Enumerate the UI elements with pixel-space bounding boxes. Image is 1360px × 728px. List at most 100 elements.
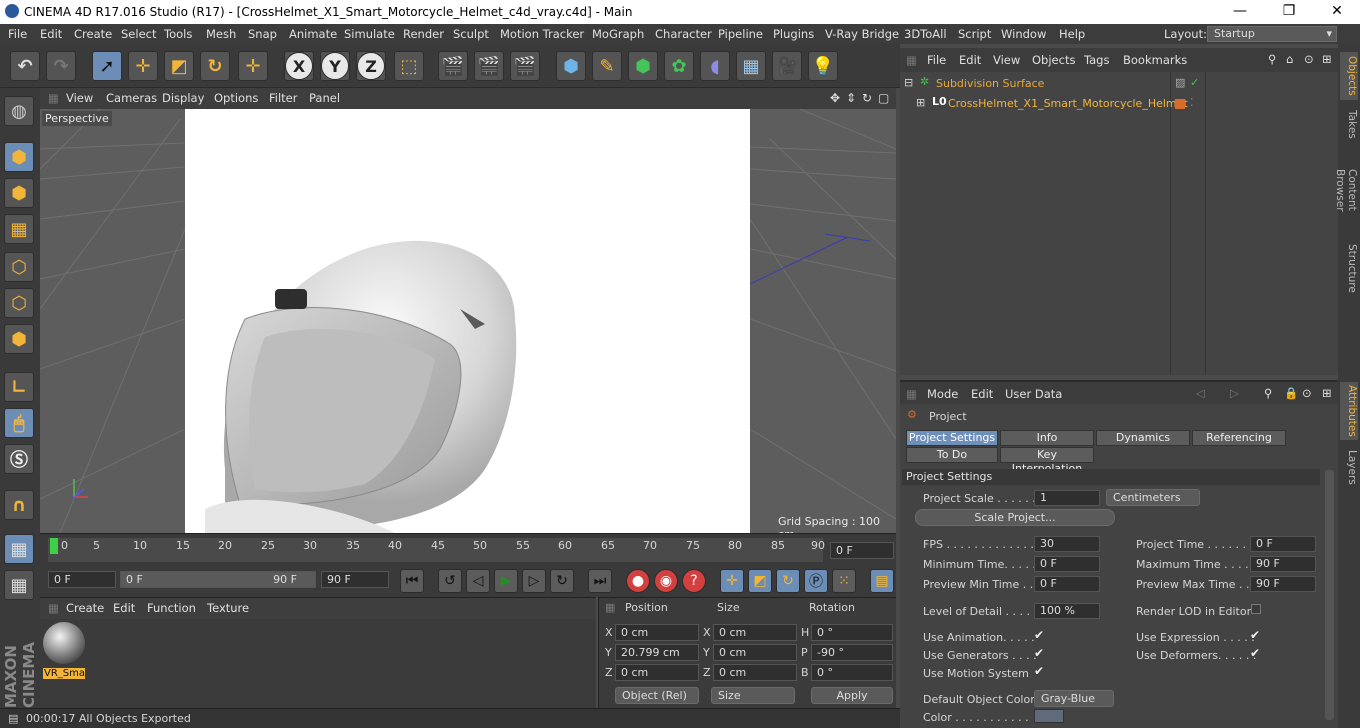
- material-menu-texture[interactable]: Texture: [207, 601, 249, 615]
- viewport-menu-cameras[interactable]: Cameras: [106, 91, 157, 105]
- timeline-button[interactable]: ▤: [870, 569, 894, 593]
- back-arrow-icon[interactable]: ◁: [1196, 386, 1205, 400]
- points-mode-button[interactable]: ⬡: [4, 252, 34, 282]
- menu-motion-tracker[interactable]: Motion Tracker: [500, 27, 584, 41]
- material-menu-edit[interactable]: Edit: [113, 601, 135, 615]
- viewport-zoom-icon[interactable]: ⇕: [846, 91, 856, 105]
- size-y-field[interactable]: 0 cm: [713, 644, 797, 661]
- search-icon[interactable]: ⚲: [1268, 52, 1276, 66]
- key-pla-button[interactable]: ⁙: [832, 569, 856, 593]
- x-axis-lock-button[interactable]: X: [284, 51, 314, 81]
- workplane-mode-button[interactable]: ▦: [4, 214, 34, 244]
- recent-tools-button[interactable]: ✛: [238, 51, 268, 81]
- preview-min-time-field[interactable]: 0 F: [1034, 576, 1100, 592]
- level-of-detail-field[interactable]: 100 %: [1034, 603, 1100, 619]
- render-settings-button[interactable]: 🎬: [510, 51, 540, 81]
- expand-icon[interactable]: ⊞: [916, 96, 925, 109]
- next-key-button[interactable]: ↻: [550, 569, 574, 593]
- menu-snap[interactable]: Snap: [248, 27, 277, 41]
- object-row[interactable]: ⊟ ✲ Subdivision Surface ▨ ✓: [900, 74, 1338, 92]
- object-name[interactable]: Subdivision Surface: [936, 77, 1044, 90]
- key-position-button[interactable]: ✛: [720, 569, 744, 593]
- menu-window[interactable]: Window: [1001, 27, 1046, 41]
- current-frame-field[interactable]: 0 F: [830, 542, 894, 559]
- viewport[interactable]: Perspective Grid Spacing : 100 cm: [40, 109, 896, 533]
- position-y-field[interactable]: 20.799 cm: [615, 644, 699, 661]
- tab-referencing[interactable]: Referencing: [1192, 430, 1286, 446]
- scale-project-button[interactable]: Scale Project...: [915, 509, 1115, 526]
- axis-mode-button[interactable]: ∟: [4, 372, 34, 402]
- rotation-p-field[interactable]: -90 °: [811, 644, 893, 661]
- rotate-tool-button[interactable]: ↻: [200, 51, 230, 81]
- move-tool-button[interactable]: ✛: [128, 51, 158, 81]
- menu-mesh[interactable]: Mesh: [206, 27, 236, 41]
- project-time-field[interactable]: 0 F: [1250, 536, 1316, 552]
- end-frame-field[interactable]: 90 F: [321, 571, 389, 588]
- viewport-camera-label[interactable]: Perspective: [42, 111, 112, 126]
- menu-create[interactable]: Create: [74, 27, 112, 41]
- object-name[interactable]: CrossHelmet_X1_Smart_Motorcycle_Helmet: [948, 97, 1188, 110]
- visibility-dots-icon[interactable]: ⁚: [1190, 96, 1194, 109]
- keyframe-selection-button[interactable]: ?: [682, 569, 706, 593]
- menu-script[interactable]: Script: [958, 27, 991, 41]
- size-x-field[interactable]: 0 cm: [713, 624, 797, 641]
- key-scale-button[interactable]: ◩: [748, 569, 772, 593]
- color-swatch[interactable]: [1034, 709, 1064, 723]
- default-object-color-dropdown[interactable]: Gray-Blue: [1034, 690, 1114, 707]
- objects-menu-objects[interactable]: Objects: [1032, 53, 1075, 67]
- render-picture-viewer-button[interactable]: 🎬: [474, 51, 504, 81]
- link-icon[interactable]: ⊙: [1302, 386, 1312, 400]
- play-button[interactable]: ▶: [494, 569, 518, 593]
- next-frame-button[interactable]: ▷: [522, 569, 546, 593]
- position-z-field[interactable]: 0 cm: [615, 664, 699, 681]
- add-light-button[interactable]: 💡: [808, 51, 838, 81]
- timeline-ruler[interactable]: 0 5 10 15 20 25 30 35 40 45 50 55 60 65 …: [40, 533, 896, 565]
- tab-project-settings[interactable]: Project Settings: [906, 430, 998, 446]
- link-icon[interactable]: ⊙: [1304, 52, 1314, 66]
- menu-animate[interactable]: Animate: [289, 27, 337, 41]
- menu-sculpt[interactable]: Sculpt: [453, 27, 489, 41]
- rotation-b-field[interactable]: 0 °: [811, 664, 893, 681]
- y-axis-lock-button[interactable]: Y: [320, 51, 350, 81]
- material-menu-function[interactable]: Function: [147, 601, 196, 615]
- model-mode-button[interactable]: ⬢: [4, 142, 34, 172]
- viewport-rotate-icon[interactable]: ↻: [862, 91, 872, 105]
- preview-max-time-field[interactable]: 90 F: [1250, 576, 1316, 592]
- z-axis-lock-button[interactable]: Z: [356, 51, 386, 81]
- menu-mograph[interactable]: MoGraph: [592, 27, 644, 41]
- menu-vray-bridge[interactable]: V-Ray Bridge: [825, 27, 899, 41]
- menu-file[interactable]: File: [8, 27, 27, 41]
- key-parameter-button[interactable]: Ⓟ: [804, 569, 828, 593]
- snap-button[interactable]: Ⓢ: [4, 444, 34, 474]
- use-generators-checkbox[interactable]: ✔: [1034, 646, 1044, 660]
- viewport-menu-display[interactable]: Display: [162, 91, 204, 105]
- maximum-time-field[interactable]: 90 F: [1250, 556, 1316, 572]
- menu-character[interactable]: Character: [655, 27, 712, 41]
- menu-pipeline[interactable]: Pipeline: [718, 27, 763, 41]
- viewport-menu-options[interactable]: Options: [214, 91, 258, 105]
- use-expression-checkbox[interactable]: ✔: [1250, 628, 1260, 642]
- menu-render[interactable]: Render: [403, 27, 444, 41]
- coordinate-mode-dropdown[interactable]: Object (Rel): [615, 687, 699, 704]
- objects-menu-bookmarks[interactable]: Bookmarks: [1123, 53, 1187, 67]
- objects-menu-view[interactable]: View: [993, 53, 1020, 67]
- add-array-button[interactable]: ✿: [664, 51, 694, 81]
- object-row[interactable]: ⊞ L0 CrossHelmet_X1_Smart_Motorcycle_Hel…: [900, 94, 1338, 112]
- attr-menu-mode[interactable]: Mode: [927, 387, 958, 401]
- preview-range-slider[interactable]: 0 F 90 F: [120, 571, 316, 588]
- live-selection-button[interactable]: ➚: [92, 51, 122, 81]
- add-floor-button[interactable]: ▦: [736, 51, 766, 81]
- size-z-field[interactable]: 0 cm: [713, 664, 797, 681]
- tab-content-browser[interactable]: Content Browser: [1334, 148, 1358, 232]
- fps-field[interactable]: 30: [1034, 536, 1100, 552]
- menu-simulate[interactable]: Simulate: [344, 27, 395, 41]
- render-view-button[interactable]: 🎬: [438, 51, 468, 81]
- polygons-mode-button[interactable]: ⬢: [4, 324, 34, 354]
- position-x-field[interactable]: 0 cm: [615, 624, 699, 641]
- attributes-scrollbar[interactable]: [1325, 470, 1334, 720]
- menu-3dtoall[interactable]: 3DToAll: [904, 27, 947, 41]
- menu-plugins[interactable]: Plugins: [773, 27, 814, 41]
- lock-icon[interactable]: 🔒: [1284, 386, 1298, 400]
- home-icon[interactable]: ⌂: [1286, 52, 1293, 66]
- minimum-time-field[interactable]: 0 F: [1034, 556, 1100, 572]
